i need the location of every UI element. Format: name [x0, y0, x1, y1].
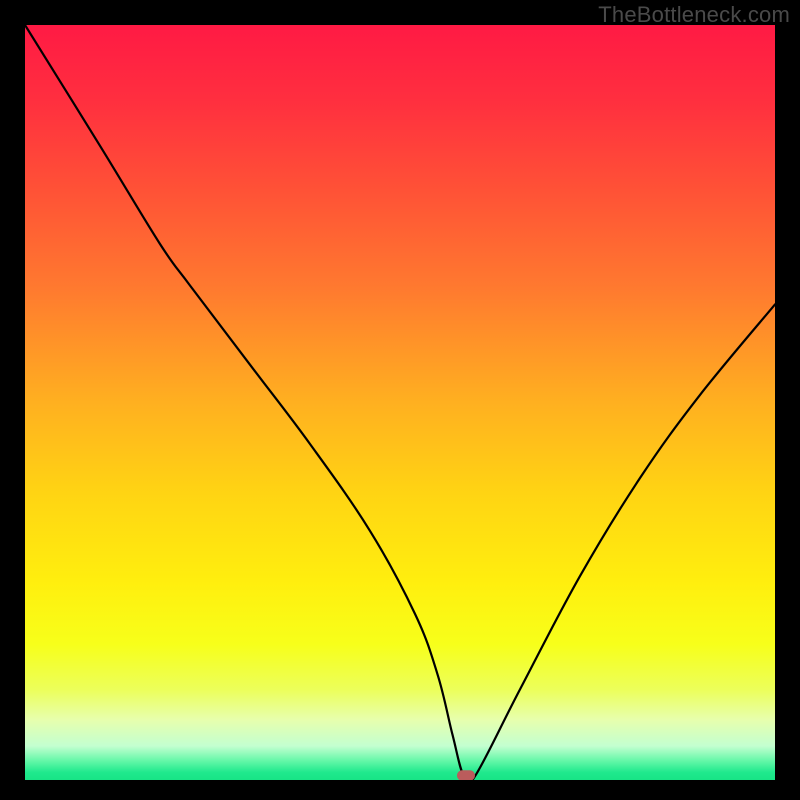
chart-svg [25, 25, 775, 780]
plot-area [25, 25, 775, 780]
chart-stage: TheBottleneck.com [0, 0, 800, 800]
watermark-text: TheBottleneck.com [598, 2, 790, 28]
optimal-marker [457, 770, 475, 780]
gradient-background [25, 25, 775, 780]
